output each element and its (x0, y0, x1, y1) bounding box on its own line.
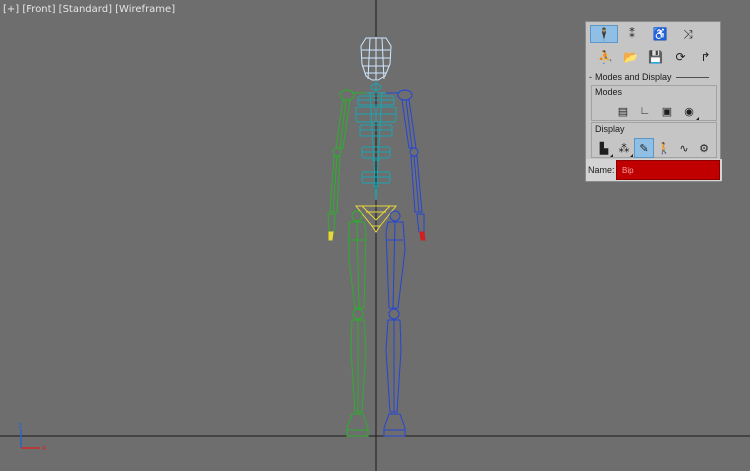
trajectories-icon: ∿ (679, 142, 689, 155)
footsteps-icon: ⁑ (629, 27, 635, 41)
objects-display-icon: ▙ (599, 142, 609, 155)
objects-display-button[interactable]: ▙ (594, 138, 614, 158)
figure-mode-button[interactable]: ⛹ (593, 48, 618, 66)
name-label: Name: (588, 165, 615, 175)
rubber-band-icon: ∟ (639, 105, 651, 117)
mixer-icon: ⤨ (683, 26, 693, 41)
figure-mode-icon: ⛹ (598, 50, 613, 64)
buffer-mode-icon: ▤ (617, 105, 629, 118)
biped-playback-tab[interactable]: ♿ (646, 25, 674, 43)
display-footsteps-button[interactable]: ⁂ (614, 138, 634, 158)
preferences-button[interactable]: ⚙ (694, 138, 714, 158)
display-footsteps-icon: ⁂ (618, 142, 630, 155)
viewport-shading-mode[interactable]: [Wireframe] (115, 4, 175, 15)
biped-playback-icon: ♿ (652, 27, 668, 41)
x-axis-label: x (42, 443, 47, 452)
viewport-label[interactable]: [+] [Front] [Standard] [Wireframe] (3, 4, 175, 15)
flyout-indicator (696, 117, 699, 120)
viewport-shading-standard[interactable]: [Standard] (59, 4, 112, 15)
trajectories-button[interactable]: ∿ (674, 138, 694, 158)
biped-left-leg[interactable] (346, 210, 369, 437)
shadow-icon: 🚶 (657, 142, 671, 155)
bones-display-button[interactable]: ✎ (634, 138, 654, 158)
display-group: Display ▙ ⁂ ✎ 🚶 ∿ ⚙ (591, 122, 717, 158)
save-file-icon: 💾 (648, 50, 663, 64)
save-file-button[interactable]: 💾 (643, 48, 668, 66)
z-axis-label: z (18, 421, 23, 430)
biped-icon: 🕴 (596, 27, 612, 41)
flyout-indicator (630, 154, 633, 157)
move-all-icon: ↱ (700, 50, 711, 64)
biped-motion-panel: 🕴 ⁑ ♿ ⤨ ⛹ 📂 💾 ⟳ ↱ - Modes and Display Mo… (585, 21, 722, 182)
refresh-icon: ⟳ (675, 50, 686, 64)
axis-tripod (20, 429, 40, 449)
rollout-divider (675, 76, 709, 78)
viewport[interactable]: [+] [Front] [Standard] [Wireframe] z x 🕴… (0, 0, 750, 471)
scale-stride-icon: ▣ (661, 105, 673, 118)
display-title: Display (595, 124, 625, 134)
modes-group: Modes ▤ ∟ ▣ ◉ (591, 85, 717, 121)
biped-sub-panel-tabs: 🕴 ⁑ ♿ ⤨ (590, 25, 702, 43)
biped-file-toolbar: ⛹ 📂 💾 ⟳ ↱ (593, 48, 718, 66)
rubber-band-button[interactable]: ∟ (634, 101, 656, 121)
flyout-indicator (610, 154, 613, 157)
preferences-icon: ⚙ (699, 142, 709, 155)
biped-right-hand[interactable] (419, 231, 426, 241)
in-place-mode-icon: ◉ (684, 105, 694, 118)
rollout-title: Modes and Display (595, 72, 672, 82)
shadow-button[interactable]: 🚶 (654, 138, 674, 158)
footsteps-tab[interactable]: ⁑ (618, 25, 646, 43)
in-place-mode-button[interactable]: ◉ (678, 101, 700, 121)
modes-display-rollout-header[interactable]: - Modes and Display (589, 70, 717, 84)
name-field[interactable]: Bip (616, 160, 720, 180)
name-row: Name: Bip (586, 159, 722, 181)
rollout-collapse-icon: - (589, 72, 592, 82)
move-all-button[interactable]: ↱ (693, 48, 718, 66)
refresh-button[interactable]: ⟳ (668, 48, 693, 66)
open-file-button[interactable]: 📂 (618, 48, 643, 66)
bones-display-icon: ✎ (639, 142, 649, 155)
modes-title: Modes (595, 87, 623, 97)
biped-tab[interactable]: 🕴 (590, 25, 618, 43)
biped-left-hand[interactable] (328, 231, 334, 241)
open-file-icon: 📂 (623, 50, 638, 64)
biped-right-leg[interactable] (383, 210, 406, 437)
viewport-pov-label[interactable]: [Front] (22, 4, 55, 15)
buffer-mode-button[interactable]: ▤ (612, 101, 634, 121)
viewport-menu-plus[interactable]: [+] (3, 4, 19, 15)
biped-head[interactable] (360, 37, 392, 81)
mixer-tab[interactable]: ⤨ (674, 25, 702, 43)
scale-stride-button[interactable]: ▣ (656, 101, 678, 121)
